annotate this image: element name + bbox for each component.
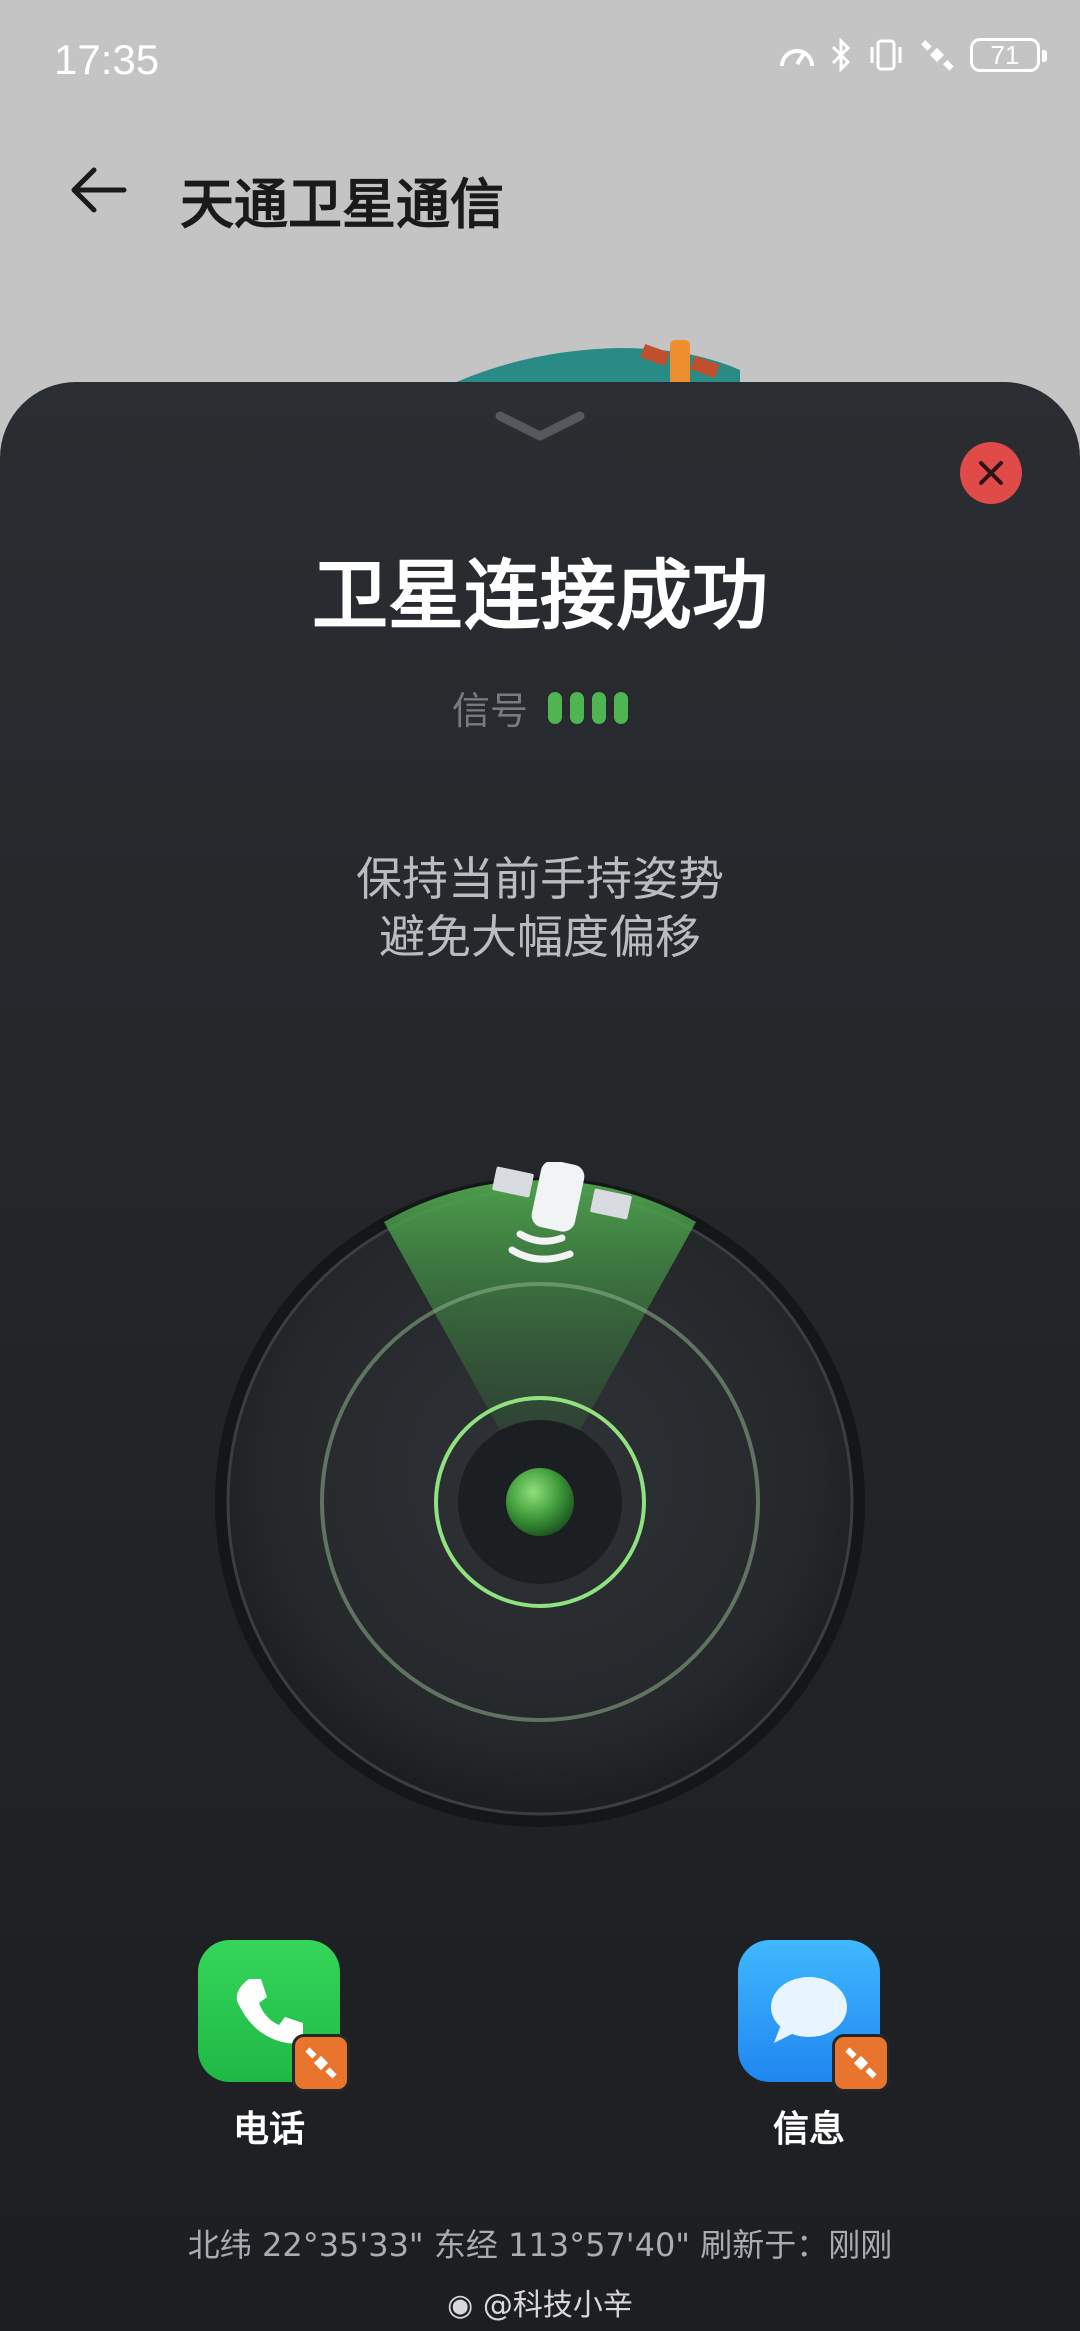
phone-app[interactable]: 电话 (194, 1940, 350, 2152)
watermark-text: @科技小辛 (482, 2288, 633, 2323)
messages-app[interactable]: 信息 (734, 1940, 890, 2152)
posture-hint-line2: 避免大幅度偏移 (379, 910, 701, 964)
signal-bar (592, 691, 606, 724)
bluetooth-icon (831, 38, 851, 72)
status-icons: 71 (778, 38, 1047, 72)
weibo-icon: ◉ (447, 2288, 474, 2323)
vibrate-icon (870, 39, 902, 71)
page-title: 天通卫星通信 (180, 173, 504, 236)
close-icon (979, 461, 1003, 485)
messages-satellite-badge (832, 2034, 890, 2092)
radar-center-dot (506, 1468, 574, 1536)
signal-bars (548, 691, 628, 724)
back-arrow-icon[interactable] (66, 158, 130, 222)
satellite-badge-icon (845, 2047, 877, 2079)
close-button[interactable] (960, 442, 1022, 504)
collapse-chevron-icon[interactable] (490, 406, 590, 446)
status-time: 17:35 (54, 36, 160, 83)
messages-app-label: 信息 (772, 2109, 845, 2150)
signal-bar (614, 691, 628, 724)
posture-hint-line1: 保持当前手持姿势 (356, 852, 724, 906)
phone-satellite-badge (292, 2034, 350, 2092)
satellite-connection-sheet: 卫星连接成功 信号 保持当前手持姿势 避免大幅度偏移 电话 信息 北纬 22°3… (0, 382, 1080, 2331)
phone-app-label: 电话 (232, 2109, 305, 2150)
speed-gauge-icon (780, 49, 814, 67)
watermark: ◉ @科技小辛 (0, 2280, 1080, 2324)
signal-label: 信号 (451, 689, 528, 733)
satellite-status-icon (921, 40, 954, 71)
signal-bar (548, 691, 562, 724)
satellite-radar (215, 1162, 865, 1827)
satellite-badge-icon (305, 2047, 337, 2079)
app-bar: 天通卫星通信 (0, 140, 1080, 240)
phone-app-icon (198, 1940, 350, 2092)
messages-app-icon (738, 1940, 890, 2092)
status-bar: 17:35 71 (0, 0, 1080, 120)
signal-bar (570, 691, 584, 724)
signal-indicator: 信号 (0, 680, 1080, 735)
connection-status-title: 卫星连接成功 (312, 551, 768, 640)
posture-hint: 保持当前手持姿势 避免大幅度偏移 (0, 850, 1080, 966)
location-coordinates: 北纬 22°35'33" 东经 113°57'40" 刷新于：刚刚 (187, 2226, 893, 2264)
battery-indicator: 71 (970, 38, 1047, 72)
